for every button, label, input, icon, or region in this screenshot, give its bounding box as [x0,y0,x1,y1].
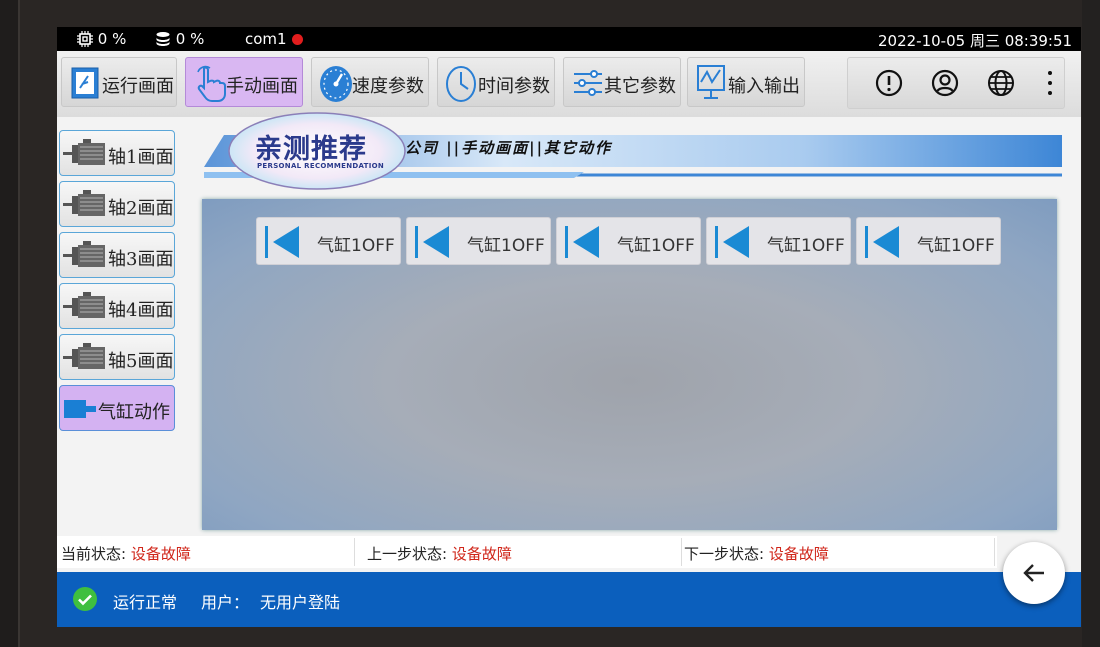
tab-manual-screen[interactable]: 手动画面 [185,57,303,107]
tab-speed-params[interactable]: 速度参数 [311,57,429,107]
bottom-status-bar: 运行正常 用户： 无用户登陆 [57,572,1081,627]
arrow-left-icon [865,226,899,258]
cylinder-label: 气缸1OFF [317,236,395,256]
stamp-title: 亲测推荐 [255,134,367,165]
next-state: 下一步状态: 设备故障 [684,543,829,564]
tab-io[interactable]: 输入输出 [687,57,805,107]
sidebar-item-axis2[interactable]: 轴2画面 [59,181,175,227]
tab-other-params[interactable]: 其它参数 [563,57,681,107]
cylinder-icon [64,400,96,418]
cylinder-label: 气缸1OFF [917,236,995,256]
connection-status-dot [291,34,303,45]
storage-value: 0 % [175,30,205,48]
stamp-subtitle: PERSONAL RECOMMENDATION [257,162,385,170]
arrow-left-icon [715,226,749,258]
tab-label: 其它参数 [604,76,676,97]
com-port-indicator: com1 [245,30,303,48]
cylinder-toggle-button[interactable]: 气缸1OFF [556,217,701,265]
clock-icon [446,66,476,102]
device-bezel-right [1082,0,1100,647]
sidebar-item-axis5[interactable]: 轴5画面 [59,334,175,380]
run-status: 运行正常 [113,593,178,612]
chart-icon [697,65,725,99]
back-button[interactable] [1003,542,1065,604]
storage-indicator: 0 % [155,30,204,48]
current-state-label: 当前状态: [61,545,127,563]
divider [994,538,995,566]
tab-label: 时间参数 [478,76,550,97]
tab-run-screen[interactable]: 运行画面 [61,57,177,107]
more-vertical-icon[interactable] [1044,68,1056,98]
sidebar-item-axis4[interactable]: 轴4画面 [59,283,175,329]
gauge-icon [320,66,352,102]
toolbar-right-group [847,57,1065,109]
sidebar-item-label: 轴3画面 [108,249,174,270]
sidebar-item-label: 气缸动作 [98,402,170,423]
cylinder-label: 气缸1OFF [467,236,545,256]
tab-label: 运行画面 [102,76,174,97]
next-state-label: 下一步状态: [684,545,765,563]
hmi-screen: 0 % 0 % com1 2022-10-05 周三 08:39:51 运行画面… [57,27,1081,627]
sidebar-item-axis1[interactable]: 轴1画面 [59,130,175,176]
tab-label: 手动画面 [226,76,298,97]
arrow-left-icon [565,226,599,258]
previous-state-value: 设备故障 [451,545,512,563]
cpu-icon [77,31,93,47]
user-icon[interactable] [930,68,960,98]
state-row: 当前状态: 设备故障 上一步状态: 设备故障 下一步状态: 设备故障 [57,536,997,568]
page-breadcrumb: 公司 ||手动画面||其它动作 [405,139,613,157]
alert-icon[interactable] [874,68,904,98]
run-screen-icon [71,67,99,99]
cylinder-toggle-button[interactable]: 气缸1OFF [856,217,1001,265]
tab-label: 输入输出 [728,76,800,97]
arrow-back-icon [1023,564,1044,582]
cylinder-toggle-button[interactable]: 气缸1OFF [706,217,851,265]
sidebar-item-axis3[interactable]: 轴3画面 [59,232,175,278]
cpu-indicator: 0 % [77,30,126,48]
cylinder-label: 气缸1OFF [617,236,695,256]
cylinder-toggle-button[interactable]: 气缸1OFF [406,217,551,265]
previous-state: 上一步状态: 设备故障 [367,543,512,564]
hand-pointer-icon [197,65,226,102]
database-icon [156,32,170,46]
globe-icon[interactable] [986,68,1016,98]
main-toolbar: 运行画面 手动画面 速度参数 时间参数 其它参数 输入输出 [57,51,1081,117]
user-label: 用户： [201,593,250,612]
com-port-label: com1 [245,30,287,48]
divider [681,538,682,566]
divider [354,538,355,566]
sidebar-item-label: 轴2画面 [108,198,174,219]
status-bar: 0 % 0 % com1 2022-10-05 周三 08:39:51 [57,27,1081,51]
arrow-left-icon [265,226,299,258]
motor-icon [63,292,105,318]
motor-icon [63,241,105,267]
cpu-value: 0 % [97,30,127,48]
tab-label: 速度参数 [352,76,424,97]
check-circle-icon [73,587,97,611]
datetime: 2022-10-05 周三 08:39:51 [878,32,1073,50]
cylinder-panel: 气缸1OFF 气缸1OFF 气缸1OFF 气缸1OFF 气缸1OFF [202,199,1057,530]
cylinder-label: 气缸1OFF [767,236,845,256]
arrow-left-icon [415,226,449,258]
cylinder-toggle-button[interactable]: 气缸1OFF [256,217,401,265]
sidebar-item-label: 轴4画面 [108,300,174,321]
tab-time-params[interactable]: 时间参数 [437,57,555,107]
motor-icon [63,190,105,216]
device-bezel-left [0,0,20,647]
motor-icon [63,139,105,165]
user-value: 无用户登陆 [260,593,341,612]
motor-icon [63,343,105,369]
next-state-value: 设备故障 [768,545,829,563]
sidebar-item-label: 轴1画面 [108,147,174,168]
current-state: 当前状态: 设备故障 [61,543,191,564]
sidebar-item-label: 轴5画面 [108,351,174,372]
sidebar-item-cylinder-action[interactable]: 气缸动作 [59,385,175,431]
previous-state-label: 上一步状态: [367,545,448,563]
sliders-icon [574,70,602,96]
current-state-value: 设备故障 [130,545,191,563]
